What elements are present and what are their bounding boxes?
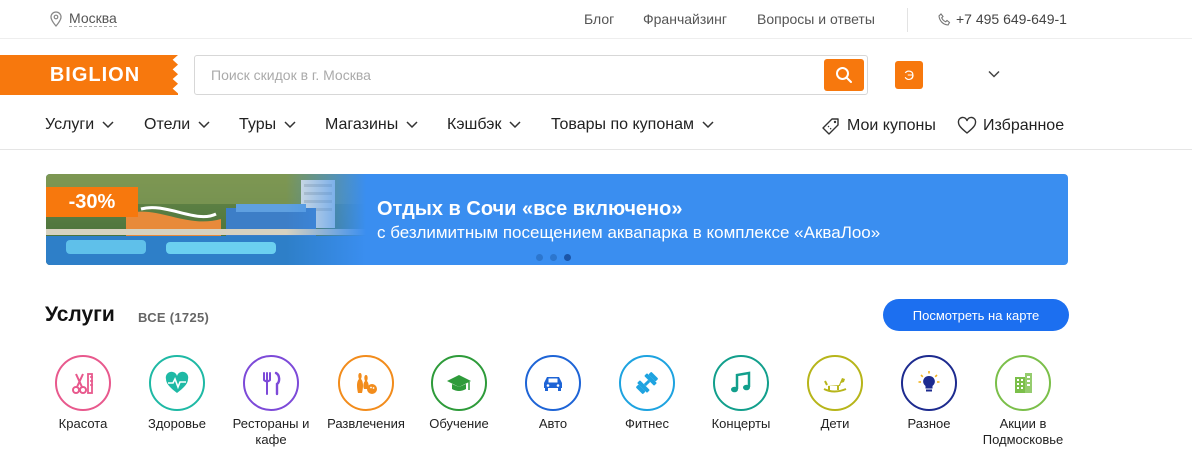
category-entertainment[interactable]: Развлечения bbox=[316, 355, 416, 432]
category-kids[interactable]: Дети bbox=[785, 355, 885, 432]
category-icon-ring bbox=[995, 355, 1051, 411]
category-icon-ring bbox=[149, 355, 205, 411]
my-coupons-label: Мои купоны bbox=[847, 117, 936, 134]
blog-link[interactable]: Блог bbox=[584, 11, 614, 27]
nav-item-tours[interactable]: Туры bbox=[239, 116, 296, 134]
category-label: Рестораны и кафе bbox=[232, 416, 310, 447]
franchising-link[interactable]: Франчайзинг bbox=[643, 11, 727, 27]
category-label: Развлечения bbox=[327, 416, 405, 431]
carousel-dot-active[interactable] bbox=[564, 254, 571, 261]
category-label: Акции в Подмосковье bbox=[982, 416, 1064, 447]
view-on-map-button[interactable]: Посмотреть на карте bbox=[883, 299, 1069, 331]
chevron-down-icon bbox=[102, 121, 114, 129]
favorites-link[interactable]: Избранное bbox=[957, 116, 1064, 136]
category-label: Красота bbox=[58, 416, 108, 431]
section-title: Услуги bbox=[45, 303, 115, 326]
top-divider bbox=[907, 8, 908, 32]
category-icon-ring bbox=[901, 355, 957, 411]
category-icon-ring bbox=[55, 355, 111, 411]
heart-pulse-icon bbox=[165, 371, 189, 393]
category-education[interactable]: Обучение bbox=[409, 355, 509, 432]
nav-label: Услуги bbox=[45, 116, 95, 133]
category-icon-ring bbox=[619, 355, 675, 411]
building-icon bbox=[1015, 373, 1032, 393]
favorites-label: Избранное bbox=[983, 117, 1065, 134]
search-bar bbox=[194, 55, 868, 95]
top-bar: Москва Блог Франчайзинг Вопросы и ответы… bbox=[0, 0, 1192, 39]
phone-icon bbox=[938, 12, 951, 26]
all-services-link[interactable]: ВСЕ (1725) bbox=[138, 310, 209, 325]
nav-item-shops[interactable]: Магазины bbox=[325, 116, 418, 134]
car-icon bbox=[544, 377, 562, 391]
nav-item-coupon-goods[interactable]: Товары по купонам bbox=[551, 116, 714, 134]
search-button[interactable] bbox=[824, 59, 864, 91]
faq-link[interactable]: Вопросы и ответы bbox=[757, 11, 875, 27]
user-avatar[interactable]: Э bbox=[895, 61, 923, 89]
rocking-horse-icon bbox=[823, 378, 847, 393]
chevron-down-icon bbox=[284, 121, 296, 129]
nav-label: Магазины bbox=[325, 116, 399, 133]
category-icon-ring bbox=[243, 355, 299, 411]
fork-knife-icon bbox=[263, 371, 281, 396]
carousel-dot[interactable] bbox=[550, 254, 557, 261]
nav-label: Кэшбэк bbox=[447, 116, 502, 133]
category-label: Концерты bbox=[711, 416, 771, 431]
category-misc[interactable]: Разное bbox=[879, 355, 979, 432]
category-label: Обучение bbox=[429, 416, 489, 431]
carousel-dots bbox=[536, 254, 571, 261]
discount-badge: -30% bbox=[46, 187, 138, 217]
category-label: Разное bbox=[907, 416, 951, 431]
nav-item-services[interactable]: Услуги bbox=[45, 116, 114, 134]
scissors-comb-icon bbox=[72, 373, 93, 394]
category-concerts[interactable]: Концерты bbox=[691, 355, 791, 432]
nav-item-cashback[interactable]: Кэшбэк bbox=[447, 116, 521, 134]
nav-item-hotels[interactable]: Отели bbox=[144, 116, 210, 134]
nav-label: Товары по купонам bbox=[551, 116, 694, 133]
biglion-logo[interactable]: BIGLION bbox=[0, 55, 178, 95]
user-name-area[interactable] bbox=[926, 58, 986, 92]
category-fitness[interactable]: Фитнес bbox=[597, 355, 697, 432]
chevron-down-icon bbox=[509, 121, 521, 129]
category-label: Здоровье bbox=[147, 416, 207, 431]
location-pin-icon bbox=[50, 10, 62, 27]
city-name: Москва bbox=[69, 10, 117, 27]
chevron-down-icon bbox=[198, 121, 210, 129]
category-label: Фитнес bbox=[624, 416, 669, 431]
nav-label: Туры bbox=[239, 116, 277, 133]
promo-banner[interactable]: -30% Отдых в Сочи «все включено» с безли… bbox=[46, 174, 1068, 265]
heart-icon bbox=[957, 116, 977, 134]
phone-link[interactable]: +7 495 649-649-1 bbox=[938, 11, 1067, 27]
category-auto[interactable]: Авто bbox=[503, 355, 603, 432]
dumbbell-icon bbox=[636, 372, 658, 394]
search-input[interactable] bbox=[195, 56, 815, 94]
phone-number: +7 495 649-649-1 bbox=[956, 11, 1067, 27]
chevron-down-icon bbox=[406, 121, 418, 129]
music-note-icon bbox=[731, 371, 751, 393]
category-icon-ring bbox=[431, 355, 487, 411]
city-selector[interactable]: Москва bbox=[49, 10, 117, 27]
category-icon-ring bbox=[338, 355, 394, 411]
banner-title: Отдых в Сочи «все включено» bbox=[377, 198, 683, 220]
category-label: Дети bbox=[820, 416, 850, 431]
category-restaurants[interactable]: Рестораны и кафе bbox=[221, 355, 321, 448]
carousel-dot[interactable] bbox=[536, 254, 543, 261]
main-nav: Услуги Отели Туры Магазины Кэшбэк Товары… bbox=[0, 106, 1192, 150]
search-icon bbox=[836, 67, 852, 83]
my-coupons-link[interactable]: Мои купоны bbox=[821, 116, 936, 136]
bowling-icon bbox=[357, 373, 377, 394]
category-moscow-region[interactable]: Акции в Подмосковье bbox=[973, 355, 1073, 448]
category-icon-ring bbox=[713, 355, 769, 411]
category-health[interactable]: Здоровье bbox=[127, 355, 227, 432]
nav-label: Отели bbox=[144, 116, 191, 133]
banner-subtitle: с безлимитным посещением аквапарка в ком… bbox=[377, 223, 881, 242]
category-label: Авто bbox=[538, 416, 568, 431]
coupon-tag-icon bbox=[822, 118, 839, 135]
light-bulb-icon bbox=[918, 371, 940, 392]
category-icon-ring bbox=[807, 355, 863, 411]
category-icon-ring bbox=[525, 355, 581, 411]
graduation-cap-icon bbox=[447, 375, 471, 391]
chevron-down-icon bbox=[702, 121, 714, 129]
chevron-down-icon[interactable] bbox=[988, 68, 1000, 80]
category-beauty[interactable]: Красота bbox=[33, 355, 133, 432]
